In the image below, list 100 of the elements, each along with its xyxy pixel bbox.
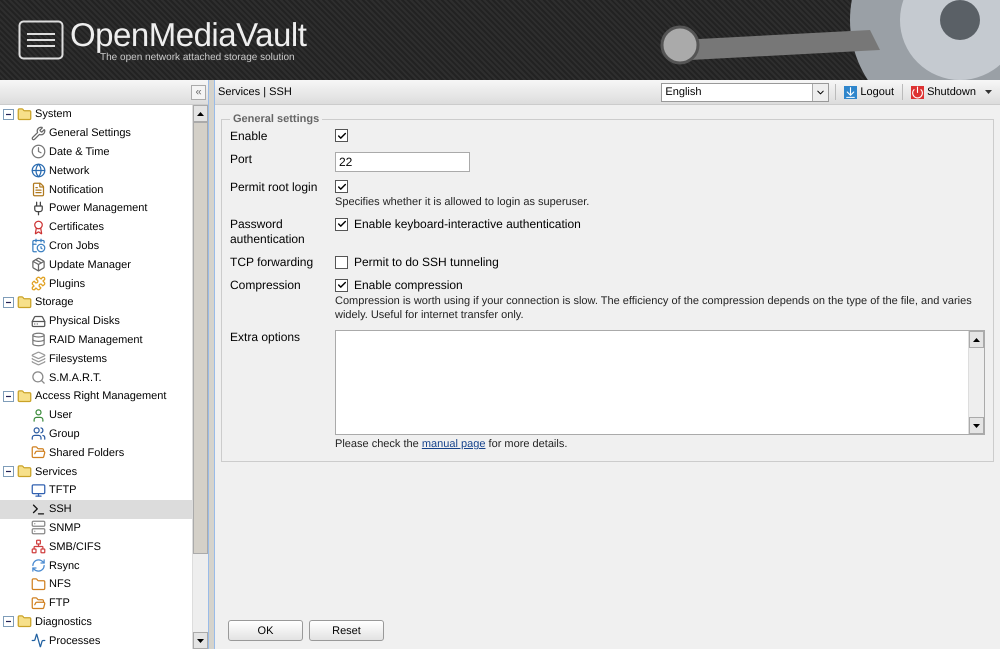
scroll-up-arrow-icon[interactable] xyxy=(973,338,980,342)
monitor-icon xyxy=(31,482,46,498)
tree-item[interactable]: Update Manager xyxy=(0,255,192,274)
field-label: TCP forwarding xyxy=(230,255,314,270)
field-label: Extra options xyxy=(230,330,302,345)
checkbox[interactable] xyxy=(335,278,348,292)
globe-icon xyxy=(31,163,46,178)
activity-icon xyxy=(31,633,46,648)
field-label: Port xyxy=(230,152,254,167)
minus-toggle-icon[interactable] xyxy=(3,108,14,120)
checkbox[interactable] xyxy=(335,218,348,230)
tree-item[interactable]: Certificates xyxy=(0,218,192,237)
field-hint: Compression is worth using if your connection is slow. The efficiency of the compression depends on the type of the file, and varies widely. Useful for internet transfer only. xyxy=(335,294,973,322)
caret-icon xyxy=(985,90,992,94)
tree-item[interactable]: Cron Jobs xyxy=(0,236,192,256)
manual-link[interactable]: manual page xyxy=(422,438,486,450)
field-hint: Specifies whether it is allowed to login as superuser. xyxy=(335,195,590,209)
folder-icon xyxy=(17,388,32,404)
folder-icon xyxy=(17,106,32,122)
tree-item[interactable]: Rsync xyxy=(0,556,192,575)
scroll-down-arrow-icon[interactable] xyxy=(197,638,204,642)
app-title: OpenMediaVault xyxy=(70,18,306,52)
form-button[interactable]: OK xyxy=(228,620,303,641)
tree-group[interactable]: Access Right Management xyxy=(0,386,192,406)
breadcrumb: Services | SSH xyxy=(218,86,292,98)
tree-item[interactable]: General Settings xyxy=(0,124,192,143)
field-label: Compression xyxy=(230,278,302,293)
app-subtitle: The open network attached storage solution xyxy=(100,52,295,62)
calendar-clock-icon xyxy=(31,238,46,254)
tree-group[interactable]: Services xyxy=(0,462,192,481)
collapse-button[interactable]: « xyxy=(191,84,206,100)
tree-item[interactable]: SSH xyxy=(0,500,192,519)
folder-icon xyxy=(31,596,46,611)
tree-item[interactable]: RAID Management xyxy=(0,330,192,350)
minus-toggle-icon[interactable] xyxy=(3,466,14,478)
minus-toggle-icon[interactable] xyxy=(3,616,14,628)
search-icon xyxy=(31,370,46,386)
scroll-up-arrow-icon[interactable] xyxy=(197,112,204,116)
terminal-icon xyxy=(31,502,46,517)
clock-icon xyxy=(31,144,46,160)
tree-item[interactable]: SMB/CIFS xyxy=(0,537,192,556)
layers-icon xyxy=(31,351,46,366)
tree-item[interactable]: SNMP xyxy=(0,518,192,538)
database-icon xyxy=(31,332,46,348)
sync-icon xyxy=(31,558,46,574)
field-label: Permit root login xyxy=(230,180,318,195)
package-icon xyxy=(31,257,46,272)
shutdown-button[interactable]: Shutdown xyxy=(909,86,994,98)
form-button[interactable]: Reset xyxy=(309,620,384,641)
panel-legend: General settings xyxy=(230,113,322,125)
tree-item[interactable]: Date & Time xyxy=(0,142,192,162)
tree-group[interactable]: Storage xyxy=(0,292,192,312)
port-input[interactable]: 22 xyxy=(335,152,470,172)
tree-item[interactable]: Plugins xyxy=(0,274,192,293)
tree-item[interactable]: Network xyxy=(0,161,192,180)
tree-group[interactable]: System xyxy=(0,105,192,124)
folder-icon xyxy=(31,445,46,460)
tree-item[interactable]: Group xyxy=(0,424,192,444)
tree-item[interactable]: Processes xyxy=(0,631,192,649)
scroll-down-arrow-icon[interactable] xyxy=(973,424,980,428)
tree-item[interactable]: TFTP xyxy=(0,480,192,500)
minus-toggle-icon[interactable] xyxy=(3,390,14,402)
field-label: Password authentication xyxy=(230,217,306,247)
tree-item[interactable]: Physical Disks xyxy=(0,312,192,331)
tree-item[interactable]: Power Management xyxy=(0,198,192,218)
checkbox[interactable] xyxy=(335,129,348,142)
document-icon xyxy=(31,182,46,198)
checkbox-label: Enable compression xyxy=(354,278,463,292)
language-select[interactable]: English xyxy=(661,82,830,102)
tree-item[interactable]: Filesystems xyxy=(0,349,192,368)
checkbox-label: Enable keyboard-interactive authentication xyxy=(354,217,581,231)
checkbox[interactable] xyxy=(335,180,348,193)
tree-item[interactable]: Notification xyxy=(0,180,192,199)
folder-icon xyxy=(17,294,32,310)
minus-toggle-icon[interactable] xyxy=(3,296,14,308)
tree-group[interactable]: Diagnostics xyxy=(0,612,192,632)
tree-item[interactable]: NFS xyxy=(0,574,192,594)
network-icon xyxy=(31,539,46,554)
server-icon xyxy=(31,520,46,536)
folder-icon xyxy=(31,576,46,592)
checkbox[interactable] xyxy=(335,256,348,268)
award-icon xyxy=(31,220,46,235)
checkbox-label: Permit to do SSH tunneling xyxy=(354,255,499,269)
field-label: Enable xyxy=(230,129,268,144)
tree-item[interactable]: S.M.A.R.T. xyxy=(0,368,192,387)
logo-icon xyxy=(18,20,64,60)
logout-button[interactable]: Logout xyxy=(842,86,896,98)
users-icon xyxy=(31,426,46,442)
scrollbar[interactable] xyxy=(192,105,208,649)
power-icon xyxy=(911,86,924,98)
user-icon xyxy=(31,408,46,423)
tree-item[interactable]: Shared Folders xyxy=(0,443,192,462)
plug-icon xyxy=(31,200,46,216)
folder-icon xyxy=(17,464,32,480)
tree-item[interactable]: User xyxy=(0,406,192,425)
tree-item[interactable]: FTP xyxy=(0,594,192,613)
puzzle-icon xyxy=(31,276,46,292)
wrench-icon xyxy=(31,126,46,141)
field-hint: Please check the manual page for more details. xyxy=(335,437,568,451)
folder-icon xyxy=(17,614,32,630)
